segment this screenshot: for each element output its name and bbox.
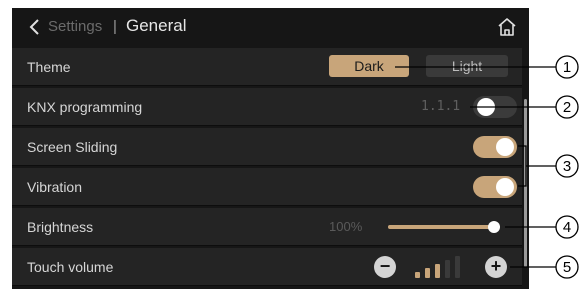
callout-number-1: 1 (563, 59, 571, 76)
callout-number-3: 3 (563, 158, 571, 175)
callout-number-5: 5 (563, 259, 571, 276)
callout-bracket-3 (518, 145, 527, 187)
callout-number-4: 4 (563, 219, 571, 236)
callout-annotations: 1 2 3 4 5 (395, 55, 579, 279)
callout-number-2: 2 (563, 99, 571, 116)
